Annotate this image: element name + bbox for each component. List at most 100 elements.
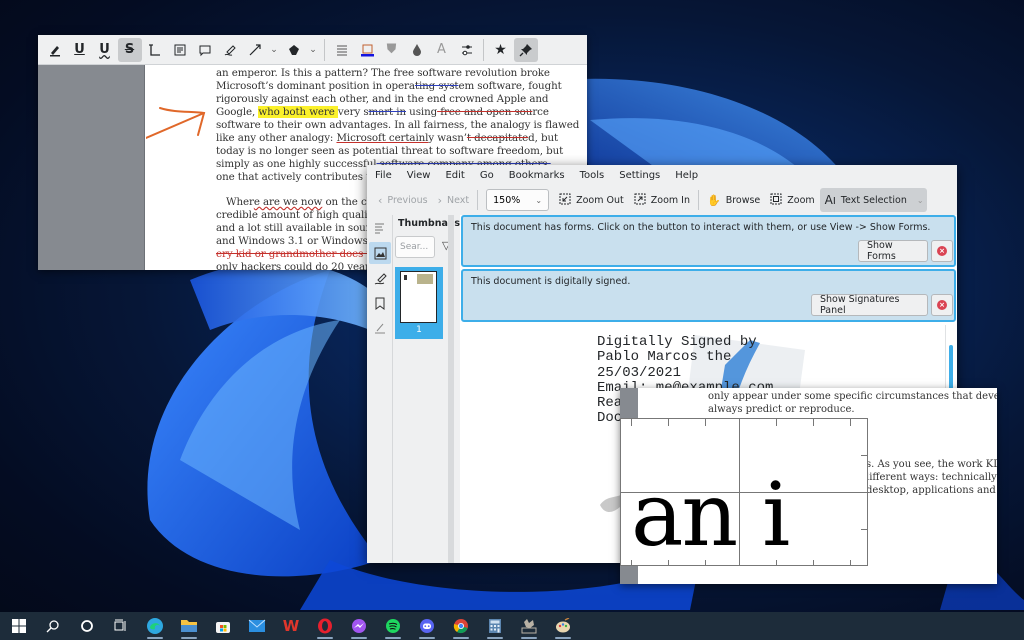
close-forms-message-button[interactable]: ×: [931, 240, 953, 262]
next-label: Next: [446, 194, 470, 206]
menu-go[interactable]: Go: [480, 170, 494, 181]
popup-note-icon[interactable]: [193, 38, 217, 62]
thumbnails-icon[interactable]: [369, 242, 391, 264]
zoom-in-label: Zoom In: [650, 194, 690, 206]
running-indicator: [351, 637, 367, 639]
table-of-contents-icon[interactable]: [369, 217, 391, 239]
spotify-app[interactable]: [380, 613, 406, 639]
squiggle-icon[interactable]: U: [93, 38, 117, 62]
thumbnails-panel: Thumbnails Sear... ▽ 1: [394, 215, 460, 563]
thumbnail-scrollbar[interactable]: [448, 215, 454, 563]
font-icon[interactable]: A: [430, 38, 454, 62]
file-explorer-app[interactable]: [176, 613, 202, 639]
chevron-down-icon: ⌄: [535, 195, 543, 205]
close-signature-message-button[interactable]: ×: [931, 294, 953, 316]
discord-app[interactable]: [414, 613, 440, 639]
signature-message-text: This document is digitally signed.: [471, 276, 631, 287]
document-scrollbar-handle[interactable]: [949, 345, 953, 393]
thumbnail-search-input[interactable]: Sear...: [395, 236, 435, 258]
zoom-tool-label: Zoom: [787, 194, 815, 206]
page-text-line: Where are we now on the clie: [226, 196, 380, 208]
menu-file[interactable]: File: [375, 170, 392, 181]
gimp-app[interactable]: [516, 613, 542, 639]
freehand-arrow-annotation[interactable]: [146, 105, 216, 165]
menu-bookmarks[interactable]: Bookmarks: [509, 170, 565, 181]
fill-color-icon[interactable]: ⛊: [380, 38, 404, 62]
menu-tools[interactable]: Tools: [580, 170, 605, 181]
inline-note-icon[interactable]: [168, 38, 192, 62]
zoom-value: 150%: [493, 194, 521, 206]
running-indicator: [147, 637, 163, 639]
browse-tool-button[interactable]: ✋ Browse: [702, 188, 765, 212]
show-signatures-panel-button[interactable]: Show Signatures Panel: [811, 294, 928, 316]
arrow-line-icon[interactable]: [243, 38, 267, 62]
store-app[interactable]: [210, 613, 236, 639]
previous-button[interactable]: ‹ Previous: [373, 188, 433, 212]
chrome-app[interactable]: [448, 613, 474, 639]
menu-help[interactable]: Help: [675, 170, 698, 181]
running-indicator: [521, 637, 537, 639]
chevron-down-icon[interactable]: ⌄: [267, 38, 281, 62]
pin-icon[interactable]: [513, 37, 538, 62]
zoom-in-button[interactable]: Zoom In: [629, 188, 695, 212]
thumbnail-page[interactable]: 1: [395, 267, 443, 339]
paint-palette-icon: [556, 618, 570, 633]
highlight-annotation[interactable]: who both were: [258, 106, 338, 118]
close-icon: ×: [937, 300, 947, 310]
text-selection-tool-button[interactable]: AI Text Selection ⌄: [819, 188, 927, 212]
menu-view[interactable]: View: [407, 170, 431, 181]
page-text-line: an emperor. Is this a pattern? The free …: [216, 67, 550, 79]
messenger-icon: [352, 619, 366, 633]
calculator-app[interactable]: [482, 613, 508, 639]
underline-icon[interactable]: U: [68, 38, 92, 62]
opera-app[interactable]: [312, 613, 338, 639]
edge-app[interactable]: [142, 613, 168, 639]
strikethrough-icon[interactable]: S: [117, 37, 142, 62]
search-button[interactable]: [40, 613, 66, 639]
annotation-settings-icon[interactable]: [455, 38, 479, 62]
spotify-icon: [386, 619, 400, 633]
paint-app[interactable]: [550, 613, 576, 639]
page-text-line: always predict or reproduce.: [708, 404, 855, 415]
signature-message-bar: This document is digitally signed. Show …: [461, 269, 956, 322]
favorite-icon[interactable]: ★: [489, 38, 513, 62]
mail-icon: [248, 619, 266, 632]
page-text-line: software to their own advantages. In all…: [216, 119, 580, 131]
zoom-out-button[interactable]: Zoom Out: [554, 188, 629, 212]
chevron-down-icon[interactable]: ⌄: [917, 196, 924, 205]
zoom-level-select[interactable]: 150% ⌄: [486, 189, 550, 211]
zoom-tool-button[interactable]: Zoom: [765, 188, 819, 212]
menu-settings[interactable]: Settings: [619, 170, 660, 181]
main-toolbar: ‹ Previous › Next 150% ⌄ Zoom Out Zoom I…: [367, 186, 957, 214]
wps-office-app[interactable]: W: [278, 613, 304, 639]
text-cursor-icon: AI: [824, 193, 836, 207]
freehand-line-icon[interactable]: [218, 38, 242, 62]
page-text-line: desktop, applications and: [866, 485, 996, 496]
stamp-icon[interactable]: [282, 38, 306, 62]
line-width-icon[interactable]: [330, 38, 354, 62]
magnifier-lens[interactable]: an i: [620, 418, 868, 566]
show-forms-button[interactable]: Show Forms: [858, 240, 928, 262]
typewriter-icon[interactable]: [143, 38, 167, 62]
highlighter-icon[interactable]: [43, 38, 67, 62]
zoom-out-icon: [559, 193, 571, 208]
cortana-button[interactable]: [74, 613, 100, 639]
browse-label: Browse: [725, 194, 761, 206]
magnifier-window: only appear under some specific circumst…: [620, 388, 997, 584]
menu-bar: File View Edit Go Bookmarks Tools Settin…: [367, 165, 957, 186]
menu-edit[interactable]: Edit: [445, 170, 464, 181]
messenger-app[interactable]: [346, 613, 372, 639]
mail-app[interactable]: [244, 613, 270, 639]
next-button[interactable]: › Next: [433, 188, 475, 212]
task-view-button[interactable]: [108, 613, 134, 639]
color-icon[interactable]: [355, 38, 379, 62]
running-indicator: [555, 637, 571, 639]
chevron-down-icon[interactable]: ⌄: [306, 38, 320, 62]
bookmarks-icon[interactable]: [369, 292, 391, 314]
signatures-icon[interactable]: [369, 317, 391, 339]
annotations-icon[interactable]: [369, 267, 391, 289]
forms-message-text: This document has forms. Click on the bu…: [471, 222, 931, 233]
start-button[interactable]: [6, 613, 32, 639]
opacity-icon[interactable]: [405, 38, 429, 62]
search-icon: [46, 620, 59, 633]
